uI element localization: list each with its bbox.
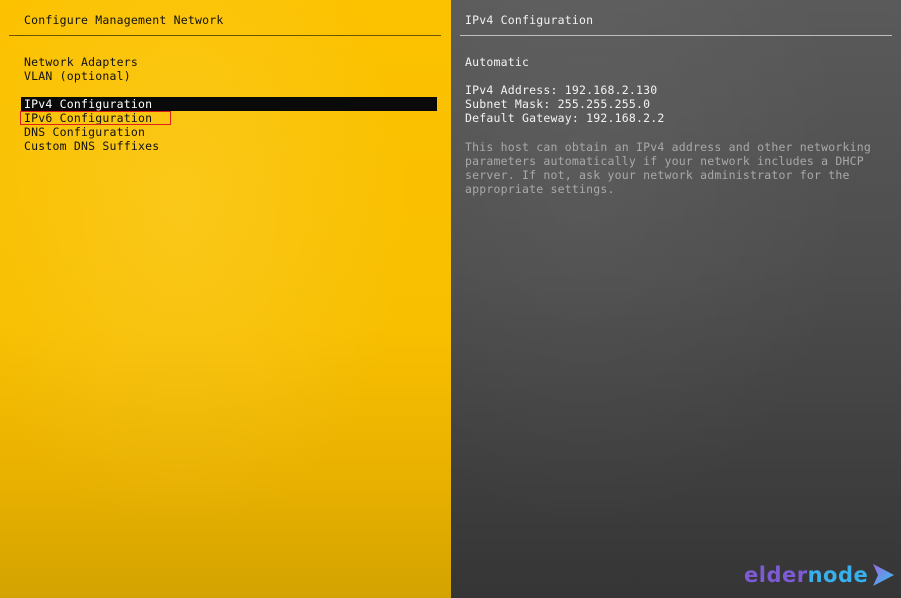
ipv4-mode: Automatic: [465, 55, 530, 69]
menu-item-custom-dns-suffixes[interactable]: Custom DNS Suffixes: [24, 139, 159, 153]
menu-item-vlan[interactable]: VLAN (optional): [24, 69, 131, 83]
help-line: server. If not, ask your network adminis…: [465, 168, 850, 182]
menu-item-network-adapters[interactable]: Network Adapters: [24, 55, 138, 69]
help-text: This host can obtain an IPv4 address and…: [465, 140, 885, 196]
help-line: parameters automatically if your network…: [465, 154, 864, 168]
menu-item-dns-configuration[interactable]: DNS Configuration: [24, 125, 145, 139]
left-divider: [9, 35, 441, 36]
logo-text: eldernode: [744, 560, 868, 590]
eldernode-logo: eldernode: [744, 560, 896, 590]
play-arrow-icon: [873, 564, 895, 586]
left-panel-title: Configure Management Network: [24, 13, 224, 27]
menu-item-ipv4-configuration[interactable]: IPv4 Configuration: [21, 97, 437, 111]
help-line: This host can obtain an IPv4 address and…: [465, 140, 872, 154]
subnet-mask: Subnet Mask: 255.255.255.0: [465, 97, 651, 111]
help-line: appropriate settings.: [465, 182, 615, 196]
annotation-highlight-box: [20, 111, 171, 125]
ipv4-address: IPv4 Address: 192.168.2.130: [465, 83, 658, 97]
left-pane: [0, 0, 451, 598]
logo-text-elder: elder: [744, 563, 808, 587]
right-panel-title: IPv4 Configuration: [465, 13, 594, 27]
default-gateway: Default Gateway: 192.168.2.2: [465, 111, 665, 125]
logo-text-node: node: [807, 563, 869, 587]
dcui-screen: Configure Management Network IPv4 Config…: [0, 0, 901, 598]
right-divider: [460, 35, 892, 36]
